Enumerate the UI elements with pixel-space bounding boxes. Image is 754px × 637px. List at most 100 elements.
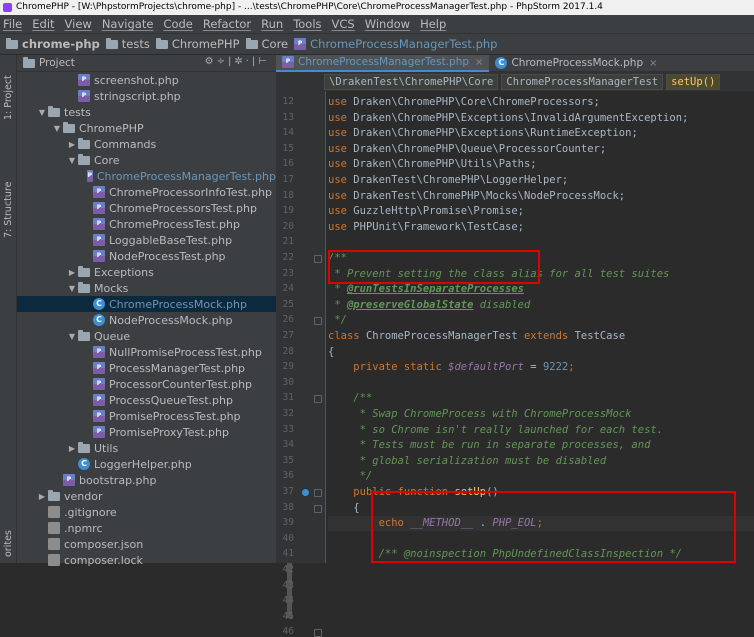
- tree-item[interactable]: P PromiseProcessTest.php: [17, 408, 276, 424]
- collapsed-arrow-icon[interactable]: ▶: [36, 492, 48, 501]
- tree-item[interactable]: ▼ ChromePHP: [17, 120, 276, 136]
- expanded-arrow-icon[interactable]: ▼: [36, 108, 48, 117]
- tree-item[interactable]: ▼ tests: [17, 104, 276, 120]
- project-panel-tools[interactable]: ⚙÷|✲·|⊢: [205, 56, 270, 67]
- tree-item-label: LoggableBaseTest.php: [109, 233, 233, 247]
- line-number: 31: [282, 392, 294, 404]
- code-line: * global serialization must be disabled: [328, 454, 754, 469]
- close-icon[interactable]: ×: [475, 57, 483, 68]
- tree-item[interactable]: C NodeProcessMock.php: [17, 312, 276, 328]
- tree-item[interactable]: ▶ vendor: [17, 488, 276, 504]
- nav-item-file[interactable]: P ChromeProcessManagerTest.php: [294, 37, 497, 51]
- tree-item[interactable]: Pbootstrap.php: [17, 472, 276, 488]
- tool-tab-structure[interactable]: 7: Structure: [1, 175, 16, 245]
- tree-item[interactable]: ▶ Exceptions: [17, 264, 276, 280]
- code-token: use: [328, 205, 354, 218]
- tree-item[interactable]: Pscreenshot.php: [17, 72, 276, 88]
- code-line: use DrakenTest\ChromePHP\Mocks\NodeProce…: [328, 189, 754, 204]
- menu-code[interactable]: Code: [163, 17, 192, 31]
- breadcrumb-namespace[interactable]: \DrakenTest\ChromePHP\Core: [324, 73, 499, 90]
- menu-vcs[interactable]: VCS: [332, 17, 355, 31]
- expanded-arrow-icon[interactable]: ▼: [66, 332, 78, 341]
- tab-chromeprocessmock[interactable]: C ChromeProcessMock.php ×: [489, 55, 663, 72]
- code-token: * Tests must be run in separate processe…: [328, 439, 651, 452]
- tree-item[interactable]: P ChromeProcessTest.php: [17, 216, 276, 232]
- menu-navigate[interactable]: Navigate: [102, 17, 154, 31]
- expanded-arrow-icon[interactable]: ▼: [66, 156, 78, 165]
- tab-chromeprocessmanagertest[interactable]: P ChromeProcessManagerTest.php ×: [276, 54, 490, 72]
- tree-item[interactable]: P NullPromiseProcessTest.php: [17, 344, 276, 360]
- tree-item[interactable]: P ChromeProcessorsTest.php: [17, 200, 276, 216]
- menu-view[interactable]: View: [65, 17, 92, 31]
- tree-item[interactable]: C ChromeProcessMock.php: [17, 296, 276, 312]
- expanded-arrow-icon[interactable]: ▼: [51, 124, 63, 133]
- code-token: Draken\ChromePHP\Exceptions\InvalidArgum…: [353, 111, 689, 124]
- tree-item[interactable]: P ProcessorCounterTest.php: [17, 376, 276, 392]
- tree-item[interactable]: .gitignore: [17, 504, 276, 520]
- menu-tools[interactable]: Tools: [293, 17, 321, 31]
- tool-tab-favorites[interactable]: orites: [1, 525, 16, 563]
- menu-window[interactable]: Window: [365, 17, 410, 31]
- code-token: * Swap ChromeProcess with ChromeProcessM…: [328, 408, 632, 420]
- code-token: * global serialization must be disabled: [328, 454, 607, 467]
- line-number: 33: [282, 423, 294, 435]
- collapsed-arrow-icon[interactable]: ▶: [66, 140, 78, 149]
- tree-item[interactable]: P NodeProcessTest.php: [17, 248, 276, 264]
- line-number: 41: [282, 548, 294, 560]
- tree-item[interactable]: ▼ Queue: [17, 328, 276, 344]
- code-line: use Draken\ChromePHP\Queue\ProcessorCoun…: [328, 142, 754, 157]
- fold-icon[interactable]: [314, 629, 322, 637]
- override-marker-icon[interactable]: [302, 489, 309, 496]
- expanded-arrow-icon[interactable]: ▼: [66, 284, 78, 293]
- fold-icon[interactable]: [314, 317, 322, 326]
- tree-item[interactable]: P PromiseProxyTest.php: [17, 424, 276, 440]
- folder-icon: [78, 265, 90, 277]
- php-file-icon: P: [63, 474, 75, 486]
- line-number: 39: [282, 517, 294, 529]
- php-file-icon: P: [93, 234, 105, 246]
- tree-item[interactable]: ▶ Commands: [17, 136, 276, 152]
- tree-item[interactable]: P LoggableBaseTest.php: [17, 232, 276, 248]
- menu-refactor[interactable]: Refactor: [203, 17, 251, 31]
- tree-item-label: composer.json: [64, 537, 144, 551]
- collapsed-arrow-icon[interactable]: ▶: [66, 444, 78, 453]
- code-token: 9222: [542, 361, 569, 374]
- nav-item-chromephp[interactable]: ChromePHP: [155, 37, 240, 51]
- collapsed-arrow-icon[interactable]: ▶: [66, 268, 78, 277]
- tree-item[interactable]: P ProcessManagerTest.php: [17, 360, 276, 376]
- tree-item-label: .gitignore: [64, 505, 117, 519]
- menu-help[interactable]: Help: [420, 17, 446, 31]
- fold-icon[interactable]: [314, 504, 322, 513]
- project-view-selector[interactable]: Project: [39, 57, 75, 69]
- tree-item[interactable]: P ProcessQueueTest.php: [17, 392, 276, 408]
- fold-icon[interactable]: [314, 489, 322, 497]
- tree-item-label: PromiseProxyTest.php: [109, 425, 229, 439]
- tree-item[interactable]: composer.lock: [17, 552, 276, 568]
- fold-icon[interactable]: [314, 395, 322, 404]
- menu-file[interactable]: File: [3, 17, 22, 31]
- tree-item[interactable]: P ChromeProcessManagerTest.php: [17, 168, 276, 184]
- tree-item[interactable]: composer.json: [17, 536, 276, 552]
- nav-item-project[interactable]: chrome-php: [6, 37, 100, 51]
- fold-icon[interactable]: [314, 255, 322, 263]
- nav-item-tests[interactable]: tests: [105, 37, 150, 51]
- tree-item[interactable]: Pstringscript.php: [17, 88, 276, 104]
- menu-edit[interactable]: Edit: [32, 17, 54, 31]
- line-number: 35: [282, 454, 294, 466]
- tree-item[interactable]: ▼ Mocks: [17, 280, 276, 296]
- tree-item[interactable]: ▶ Utils: [17, 440, 276, 456]
- breadcrumb-class[interactable]: ChromeProcessManagerTest: [501, 73, 664, 90]
- folder-icon: [245, 37, 258, 49]
- tree-item[interactable]: ▼ Core: [17, 152, 276, 168]
- line-number: 40: [282, 532, 294, 544]
- tree-item[interactable]: C LoggerHelper.php: [17, 456, 276, 472]
- tool-tab-project[interactable]: 1: Project: [1, 63, 16, 133]
- close-icon[interactable]: ×: [649, 58, 657, 69]
- menu-run[interactable]: Run: [261, 17, 283, 31]
- php-file-icon: P: [294, 38, 307, 50]
- tree-item[interactable]: .npmrc: [17, 520, 276, 536]
- breadcrumb-method[interactable]: setUp(): [666, 73, 721, 90]
- code-token: use: [328, 111, 354, 124]
- nav-item-core[interactable]: Core: [245, 37, 288, 51]
- tree-item[interactable]: P ChromeProcessorInfoTest.php: [17, 184, 276, 200]
